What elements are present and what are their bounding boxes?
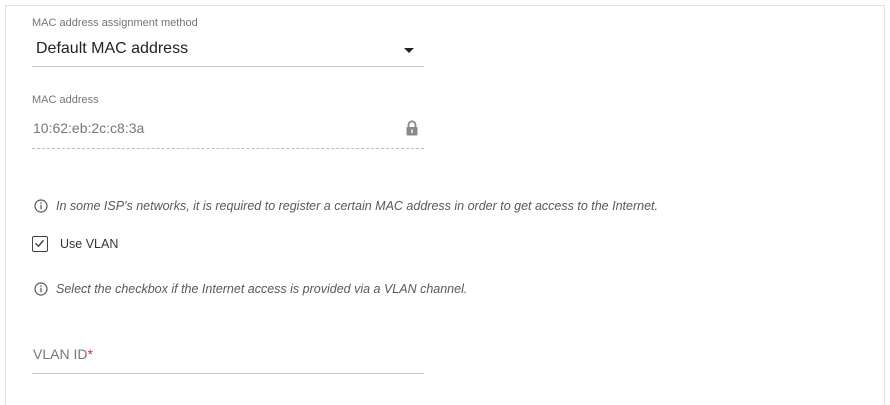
mac-assignment-method-select[interactable]: Default MAC address [32, 30, 424, 67]
checkmark-icon [35, 240, 44, 247]
mac-assignment-method-field: MAC address assignment method Default MA… [32, 17, 424, 67]
use-vlan-label: Use VLAN [60, 237, 119, 251]
vlan-info-note: Select the checkbox if the Internet acce… [34, 281, 467, 297]
mac-info-note: In some ISP's networks, it is required t… [34, 198, 658, 214]
mac-address-value: 10:62:eb:2c:c8:3a [33, 120, 145, 136]
info-icon [34, 199, 48, 213]
vlan-id-field: VLAN ID* [32, 336, 428, 375]
vlan-info-text: Select the checkbox if the Internet acce… [56, 282, 468, 296]
mac-address-input: 10:62:eb:2c:c8:3a [32, 94, 424, 149]
use-vlan-checkbox-row[interactable]: Use VLAN [32, 234, 118, 254]
info-icon [34, 282, 48, 296]
vlan-id-input[interactable] [32, 336, 428, 375]
mac-assignment-method-label: MAC address assignment method [32, 17, 198, 29]
mac-info-text: In some ISP's networks, it is required t… [56, 199, 658, 213]
mac-address-field: MAC address 10:62:eb:2c:c8:3a [32, 94, 424, 149]
chevron-down-icon [404, 48, 414, 53]
mac-assignment-method-value: Default MAC address [36, 40, 189, 57]
use-vlan-checkbox[interactable] [32, 236, 48, 252]
lock-icon [406, 120, 418, 136]
